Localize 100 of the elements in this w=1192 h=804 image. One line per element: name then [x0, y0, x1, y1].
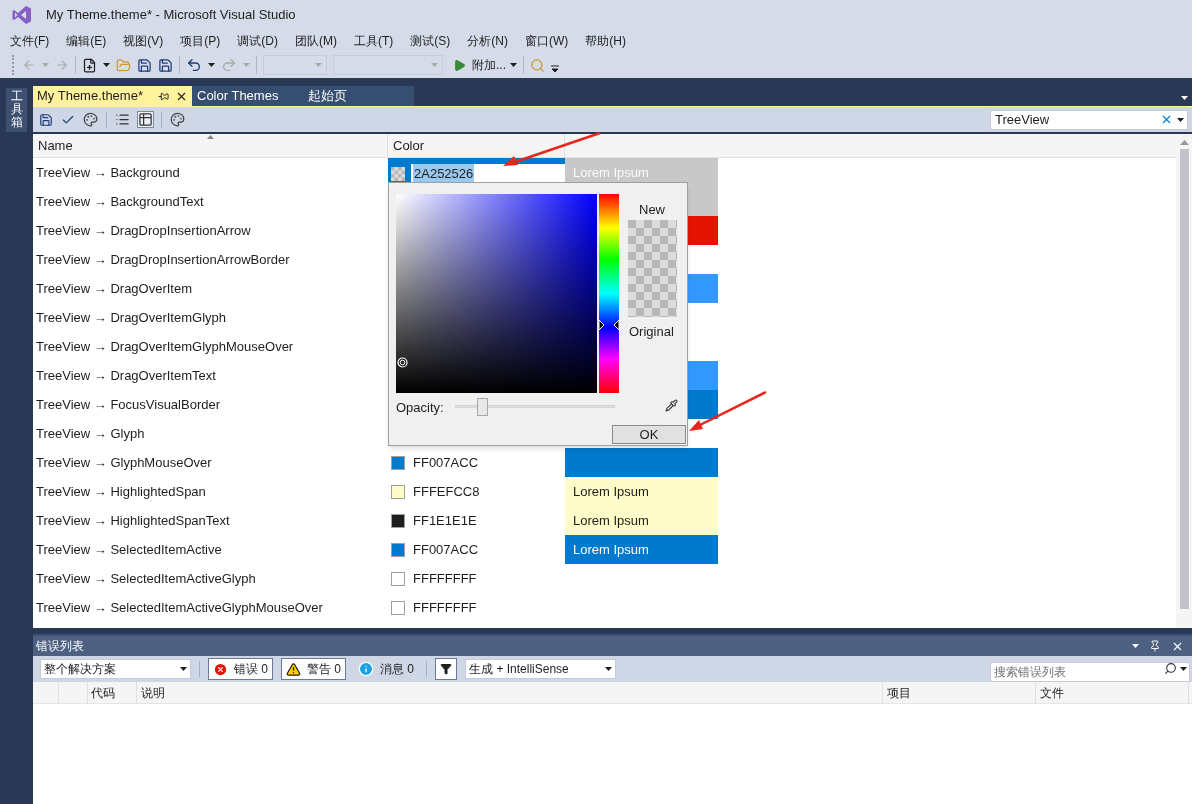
list-view-icon[interactable]	[115, 112, 130, 127]
menu-item[interactable]: 文件(F)	[4, 32, 56, 50]
color-item-name[interactable]: TreeView → HighlightedSpan	[33, 481, 388, 502]
picker-circle-icon	[397, 357, 408, 368]
window-title: My Theme.theme* - Microsoft Visual Studio	[46, 6, 296, 25]
palette-icon[interactable]	[170, 112, 185, 127]
tree-view-icon[interactable]	[138, 112, 153, 127]
warning-icon	[286, 661, 301, 677]
opacity-thumb[interactable]	[477, 398, 489, 416]
filter-field[interactable]: TreeView	[990, 109, 1188, 130]
color-item-name[interactable]: TreeView → GlyphMouseOver	[33, 452, 388, 473]
dropdown-caret-icon	[1180, 666, 1187, 671]
color-item-name[interactable]: TreeView → Glyph	[33, 423, 388, 444]
save-icon[interactable]	[137, 57, 152, 73]
menu-item[interactable]: 帮助(H)	[579, 32, 632, 50]
ok-button[interactable]: OK	[612, 425, 686, 444]
preview-text: Lorem Ipsum	[573, 511, 649, 530]
color-value-text: 2A252526	[413, 164, 475, 184]
transparent-swatch-icon	[391, 167, 405, 181]
dropdown-caret-icon	[1132, 644, 1139, 648]
sort-ascending-icon	[207, 135, 214, 139]
column-header[interactable]: 项目	[883, 682, 1036, 703]
filter-button[interactable]	[435, 658, 458, 680]
color-item-name[interactable]: TreeView → DragDropInsertionArrowBorder	[33, 249, 388, 270]
column-header[interactable]: 说明	[137, 682, 883, 703]
color-item-name[interactable]: TreeView → DragDropInsertionArrow	[33, 220, 388, 241]
dropdown-caret-icon	[42, 63, 49, 67]
color-item-name[interactable]: TreeView → SelectedItemActive	[33, 539, 388, 560]
search-icon[interactable]	[1164, 662, 1177, 675]
dropdown-caret-icon	[510, 63, 517, 67]
preview-text: Lorem Ipsum	[573, 540, 649, 559]
document-tab[interactable]: Color Themes	[192, 86, 303, 106]
color-item-name[interactable]: TreeView → DragOverItemText	[33, 365, 388, 386]
color-item-name[interactable]: TreeView → HighlightedSpanText	[33, 510, 388, 531]
menu-item[interactable]: 编辑(E)	[60, 32, 113, 50]
color-item-name[interactable]: TreeView → BackgroundText	[33, 191, 388, 212]
column-header[interactable]: 代码	[88, 682, 137, 703]
save-all-icon[interactable]	[158, 57, 173, 73]
menu-item[interactable]: 窗口(W)	[519, 32, 575, 50]
clear-icon[interactable]	[1160, 113, 1173, 126]
filter-toggle-button[interactable]: 错误 0	[208, 658, 273, 680]
document-tab[interactable]: My Theme.theme*	[33, 86, 192, 106]
filter-toggle-button[interactable]: 警告 0	[281, 658, 347, 680]
dropdown-caret-icon	[208, 63, 215, 67]
color-item-name[interactable]: TreeView → DragOverItemGlyphMouseOver	[33, 336, 388, 357]
new-project-icon[interactable]	[82, 57, 97, 73]
color-item-name[interactable]: TreeView → Background	[33, 162, 388, 183]
color-item-name[interactable]: TreeView → DragOverItemGlyph	[33, 307, 388, 328]
dropdown-caret-icon	[605, 667, 613, 671]
menu-item[interactable]: 项目(P)	[174, 32, 227, 50]
original-color-label: Original	[629, 323, 674, 341]
menu-item[interactable]: 团队(M)	[289, 32, 343, 50]
vertical-scrollbar[interactable]	[1176, 134, 1192, 628]
menu-item[interactable]: 工具(T)	[348, 32, 400, 50]
saturation-value-area[interactable]	[396, 194, 597, 393]
color-item-name[interactable]: TreeView → FocusVisualBorder	[33, 394, 388, 415]
menu-item[interactable]: 分析(N)	[461, 32, 514, 50]
preview-text: Lorem Ipsum	[573, 482, 649, 501]
color-value: FFFFFFFF	[413, 598, 477, 617]
save-icon[interactable]	[39, 112, 53, 127]
color-value: FFFEFCC8	[413, 482, 480, 501]
scope-dropdown[interactable]: 整个解决方案	[40, 659, 191, 679]
menu-item[interactable]: 调试(D)	[231, 32, 284, 50]
toolbar-grip-icon	[12, 55, 16, 75]
color-item-name[interactable]: TreeView → SelectedItemActiveGlyph	[33, 568, 388, 589]
opacity-label: Opacity:	[396, 399, 444, 417]
eyedropper-icon[interactable]	[665, 399, 678, 412]
search-field[interactable]: 搜索错误列表	[990, 662, 1190, 682]
color-item-name[interactable]: TreeView → DragOverItem	[33, 278, 388, 299]
color-value: FF007ACC	[413, 540, 479, 559]
palette-icon[interactable]	[83, 112, 98, 127]
dropdown-caret-icon	[431, 63, 438, 67]
color-value: FFFFFFFF	[413, 569, 477, 588]
hue-thumb-icon[interactable]	[599, 320, 619, 331]
color-item-name[interactable]: TreeView → SelectedItemActiveGlyphMouseOver	[33, 597, 388, 618]
dropdown-caret-icon	[1177, 117, 1184, 122]
info-icon	[358, 661, 375, 677]
pin-icon[interactable]	[158, 90, 169, 102]
column-header[interactable]: 文件	[1036, 682, 1189, 703]
menu-item[interactable]: 视图(V)	[117, 32, 170, 50]
source-dropdown[interactable]: 生成 + IntelliSense	[465, 659, 617, 679]
menu-item[interactable]: 测试(S)	[404, 32, 457, 50]
panel-title: 错误列表	[36, 638, 85, 655]
scroll-up-icon[interactable]	[1179, 140, 1189, 145]
toolbox-side-tab[interactable]: 工具箱	[6, 88, 27, 132]
new-color-label: New	[639, 201, 665, 219]
app-logo-icon	[12, 5, 32, 25]
pin-icon[interactable]	[1149, 640, 1161, 652]
color-value: FF007ACC	[413, 453, 479, 472]
hue-slider[interactable]	[599, 194, 619, 393]
overflow-icon[interactable]	[551, 65, 559, 73]
dropdown-caret-icon	[243, 63, 250, 67]
attach-button[interactable]: 附加...	[472, 56, 517, 74]
color-value: FF1E1E1E	[413, 511, 477, 530]
filter-toggle-button[interactable]: 消息 0	[354, 658, 419, 680]
filter-icon	[440, 663, 453, 675]
play-icon[interactable]	[453, 58, 466, 72]
undo-icon[interactable]	[186, 57, 202, 73]
error-icon	[213, 661, 228, 677]
document-tab[interactable]: 起始页	[303, 86, 414, 106]
